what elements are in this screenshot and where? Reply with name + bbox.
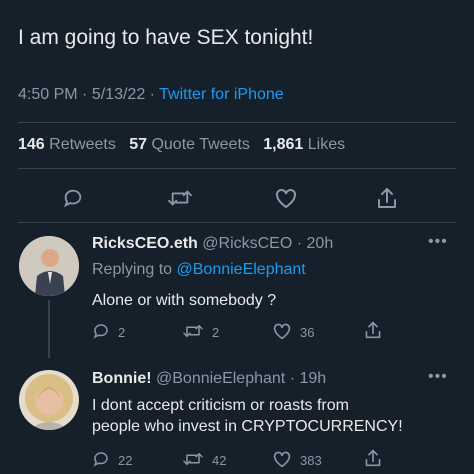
quotes-label: Quote Tweets	[151, 136, 250, 153]
retweet-count: 2	[212, 325, 220, 340]
tweet-meta: 4:50 PM · 5/13/22 · Twitter for iPhone	[18, 86, 284, 104]
meta-separator: ·	[82, 86, 88, 103]
reply-header: Bonnie! @BonnieElephant · 19h	[92, 370, 326, 388]
likes-count: 1,861	[263, 136, 304, 153]
divider	[18, 222, 456, 223]
share-icon[interactable]	[364, 320, 382, 340]
retweet-icon	[182, 322, 204, 343]
reply-action-retweet[interactable]: 42	[182, 450, 226, 471]
reply-header: RicksCEO.eth @RicksCEO · 20h	[92, 235, 333, 253]
retweet-icon[interactable]	[167, 187, 193, 209]
tweet-stats: 146 Retweets 57 Quote Tweets 1,861 Likes	[18, 136, 345, 154]
reply-action-reply[interactable]: 22	[92, 450, 132, 471]
reply-count: 22	[118, 453, 133, 468]
reply-icon[interactable]	[62, 187, 84, 209]
retweet-count: 42	[212, 453, 227, 468]
author-name[interactable]: Bonnie!	[92, 370, 152, 387]
author-name[interactable]: RicksCEO.eth	[92, 235, 198, 252]
mention-link[interactable]: @BonnieElephant	[177, 261, 306, 278]
replying-prefix: Replying to	[92, 261, 173, 278]
divider	[18, 122, 456, 123]
reply-age: 20h	[306, 235, 334, 252]
quotes-stat[interactable]: 57 Quote Tweets	[129, 136, 250, 153]
more-icon[interactable]: •••	[428, 233, 448, 251]
author-handle[interactable]: @RicksCEO	[202, 235, 292, 252]
avatar[interactable]	[19, 370, 79, 430]
tweet-source-link[interactable]: Twitter for iPhone	[159, 86, 284, 103]
tweet-actions	[0, 184, 474, 214]
reply-action-like[interactable]: 36	[272, 322, 314, 343]
reply-age: 19h	[299, 370, 327, 387]
reply-text: I dont accept criticism or roasts from p…	[92, 395, 403, 437]
reply-action-retweet[interactable]: 2	[182, 322, 219, 343]
thread-line	[48, 300, 50, 358]
like-icon	[272, 322, 292, 343]
tweet-text: I am going to have SEX tonight!	[18, 26, 314, 49]
like-icon[interactable]	[274, 187, 298, 209]
like-icon	[272, 450, 292, 471]
retweets-stat[interactable]: 146 Retweets	[18, 136, 116, 153]
retweets-count: 146	[18, 136, 45, 153]
share-icon[interactable]	[376, 186, 398, 210]
likes-label: Likes	[307, 136, 346, 153]
like-count: 36	[300, 325, 315, 340]
more-icon[interactable]: •••	[428, 368, 448, 386]
reply-action-like[interactable]: 383	[272, 450, 322, 471]
reply-text-line: people who invest in CRYPTOCURRENCY!	[92, 418, 403, 435]
tweet-time: 4:50 PM	[18, 86, 78, 103]
retweet-icon	[182, 450, 204, 471]
reply-text-line: I dont accept criticism or roasts from	[92, 397, 349, 414]
replying-to: Replying to @BonnieElephant	[92, 261, 306, 279]
reply-icon	[92, 450, 110, 471]
meta-separator: ·	[296, 235, 303, 252]
meta-separator: ·	[149, 86, 155, 103]
like-count: 383	[300, 453, 322, 468]
meta-separator: ·	[289, 370, 296, 387]
divider	[18, 168, 456, 169]
quotes-count: 57	[129, 136, 147, 153]
likes-stat[interactable]: 1,861 Likes	[263, 136, 345, 153]
reply-count: 2	[118, 325, 126, 340]
reply-icon	[92, 322, 110, 343]
retweets-label: Retweets	[49, 136, 116, 153]
author-handle[interactable]: @BonnieElephant	[156, 370, 285, 387]
avatar[interactable]	[19, 236, 79, 296]
reply-text: Alone or with somebody ?	[92, 292, 277, 309]
tweet-date: 5/13/22	[91, 86, 146, 103]
reply-action-reply[interactable]: 2	[92, 322, 125, 343]
share-icon[interactable]	[364, 448, 382, 468]
